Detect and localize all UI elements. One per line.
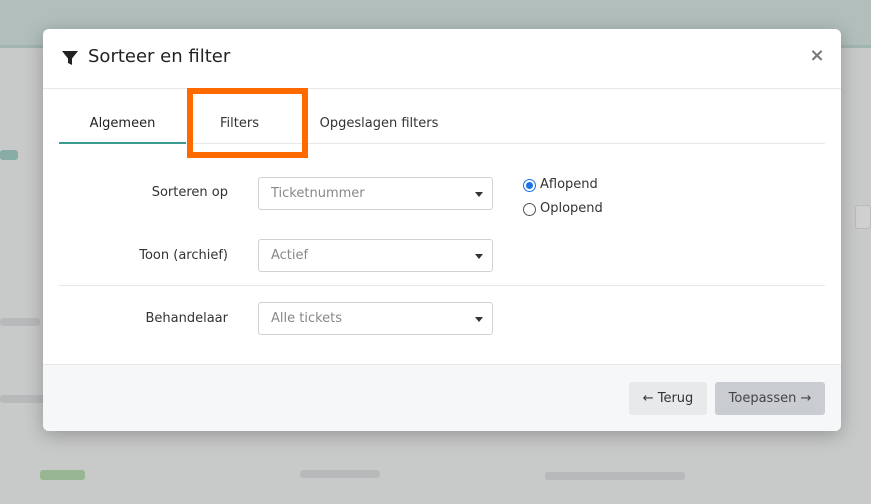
archive-select-value: Actief <box>271 248 309 263</box>
order-radio-asc-label: Oplopend <box>540 201 603 216</box>
tab-filters-highlight <box>187 88 308 158</box>
sort-label: Sorteren op <box>151 185 228 200</box>
tab-opgeslagen-filters[interactable]: Opgeslagen filters <box>314 105 444 144</box>
handler-select[interactable]: Alle tickets <box>258 302 493 335</box>
archive-label: Toon (archief) <box>139 248 228 263</box>
sort-filter-modal: Sorteer en filter × Algemeen Filters Opg… <box>43 29 841 431</box>
modal-title: Sorteer en filter <box>88 46 231 67</box>
radio-unchecked-icon[interactable] <box>523 203 536 216</box>
sort-select[interactable]: Ticketnummer <box>258 177 493 210</box>
form-divider <box>59 285 825 286</box>
back-button[interactable]: ← Terug <box>629 382 707 415</box>
modal-footer: ← Terug Toepassen → <box>43 364 841 431</box>
handler-select-value: Alle tickets <box>271 311 343 326</box>
caret-down-icon <box>475 317 483 322</box>
handler-label: Behandelaar <box>145 311 228 326</box>
order-radio-desc-label: Aflopend <box>540 177 598 192</box>
archive-select[interactable]: Actief <box>258 239 493 272</box>
close-button[interactable]: × <box>807 45 827 67</box>
tab-bar: Algemeen Filters Opgeslagen filters <box>59 105 825 144</box>
modal-header: Sorteer en filter × <box>43 29 841 89</box>
caret-down-icon <box>475 254 483 259</box>
sort-select-value: Ticketnummer <box>271 186 365 201</box>
radio-checked-icon[interactable] <box>523 179 536 192</box>
filter-icon <box>62 51 78 65</box>
caret-down-icon <box>475 192 483 197</box>
apply-button[interactable]: Toepassen → <box>715 382 825 415</box>
tab-algemeen[interactable]: Algemeen <box>59 105 186 144</box>
